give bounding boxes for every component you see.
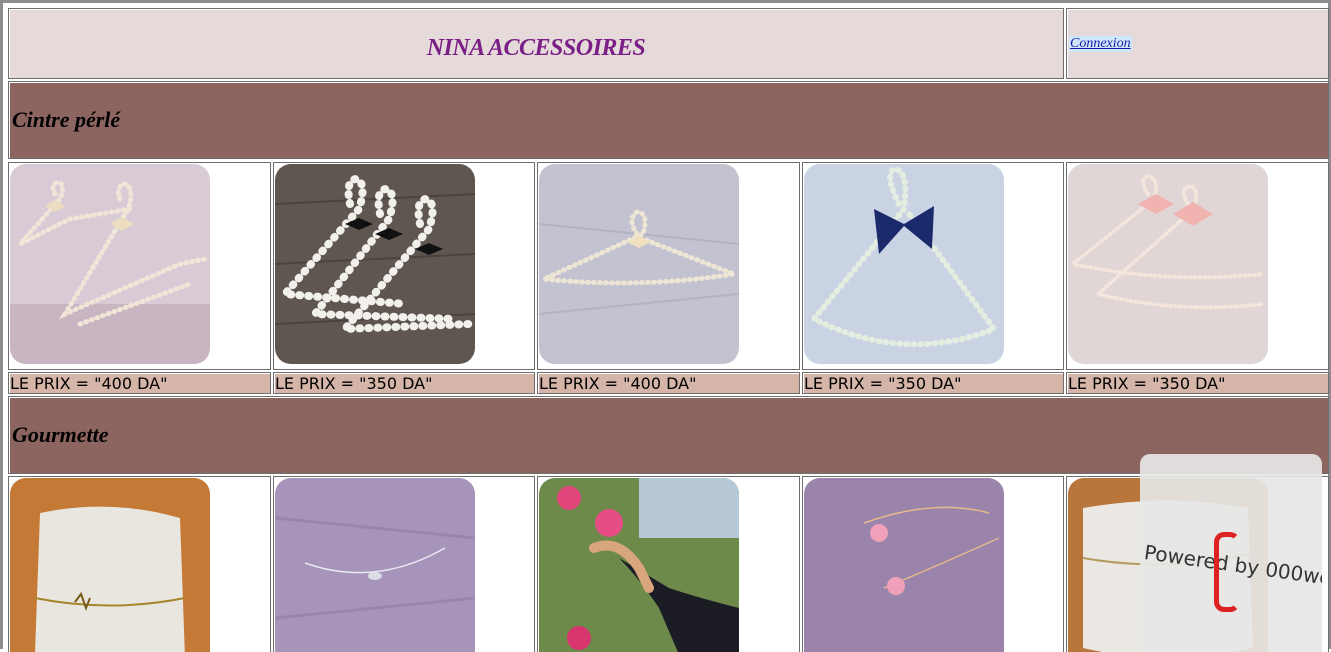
section-header-gourmette: Gourmette <box>8 396 1329 474</box>
product-photo[interactable] <box>275 478 475 652</box>
product-image-cell <box>273 162 535 370</box>
header-title-cell: NINA ACCESSOIRES <box>8 8 1064 79</box>
site-title: NINA ACCESSOIRES <box>426 35 646 61</box>
product-photo[interactable] <box>1068 164 1268 364</box>
section-title: Cintre pérlé <box>12 107 121 132</box>
product-image-cell <box>537 162 800 370</box>
price-cell: LE PRIX = "350 DA" <box>1066 372 1329 394</box>
section-title: Gourmette <box>12 422 109 447</box>
product-photo[interactable] <box>804 164 1004 364</box>
login-link[interactable]: Connexion <box>1069 36 1132 52</box>
000webhost-logo-icon <box>1214 532 1240 612</box>
price-label: LE PRIX = "350 DA" <box>1068 374 1226 393</box>
product-photo[interactable] <box>275 164 475 364</box>
price-label: LE PRIX = "350 DA" <box>804 374 962 393</box>
product-image-cell <box>1066 162 1329 370</box>
product-photo[interactable] <box>10 478 210 652</box>
product-image-cell <box>802 162 1064 370</box>
product-photo[interactable] <box>539 164 739 364</box>
section-header-cintre: Cintre pérlé <box>8 81 1329 159</box>
product-image-cell <box>8 476 271 652</box>
hosting-badge[interactable]: Powered by 000webhost <box>1140 454 1322 652</box>
price-cell: LE PRIX = "400 DA" <box>537 372 800 394</box>
product-photo[interactable] <box>10 164 210 364</box>
page-frame: NINA ACCESSOIRES Connexion Cintre pérlé <box>0 0 1331 652</box>
price-label: LE PRIX = "400 DA" <box>539 374 697 393</box>
product-image-cell <box>273 476 535 652</box>
product-image-cell <box>8 162 271 370</box>
product-photo[interactable] <box>539 478 739 652</box>
product-image-cell <box>802 476 1064 652</box>
product-photo[interactable] <box>804 478 1004 652</box>
price-cell: LE PRIX = "350 DA" <box>273 372 535 394</box>
header-login-cell: Connexion <box>1066 8 1329 79</box>
price-label: LE PRIX = "350 DA" <box>275 374 433 393</box>
price-cell: LE PRIX = "400 DA" <box>8 372 271 394</box>
price-label: LE PRIX = "400 DA" <box>10 374 168 393</box>
price-cell: LE PRIX = "350 DA" <box>802 372 1064 394</box>
product-image-cell <box>537 476 800 652</box>
